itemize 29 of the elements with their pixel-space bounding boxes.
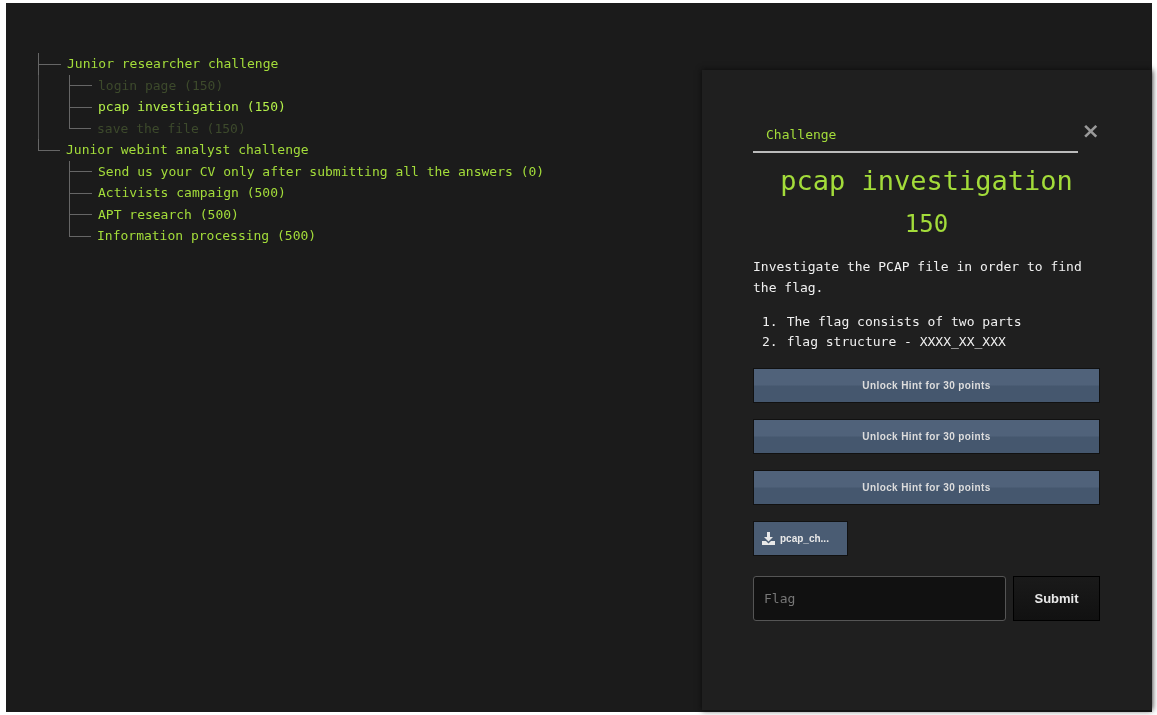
submit-button[interactable]: Submit bbox=[1013, 576, 1100, 621]
category-title: Junior researcher challenge bbox=[67, 55, 279, 73]
tree-connector bbox=[69, 182, 92, 204]
flag-input[interactable]: Flag bbox=[753, 576, 1006, 621]
challenge-item[interactable]: Send us your CV only after submitting all the answers (0) bbox=[98, 160, 545, 182]
modal-header: Challenge bbox=[753, 120, 1078, 153]
list-number: 2. bbox=[762, 334, 778, 349]
close-button[interactable]: × bbox=[1077, 120, 1100, 142]
unlock-hint-button[interactable]: Unlock Hint for 30 points bbox=[753, 470, 1100, 505]
challenge-points: 150 bbox=[903, 210, 950, 238]
list-number: 1. bbox=[762, 314, 778, 329]
list-item: flag structure - XXXX_XX_XXX bbox=[786, 334, 1006, 349]
challenge-item[interactable]: Activists campaign (500) bbox=[98, 182, 286, 204]
category-title: Junior webint analyst challenge bbox=[66, 141, 309, 159]
tree-connector bbox=[69, 160, 92, 182]
challenge-title: pcap investigation bbox=[779, 165, 1074, 196]
unlock-hint-button[interactable]: Unlock Hint for 30 points bbox=[753, 368, 1100, 403]
challenge-item[interactable]: APT research (500) bbox=[98, 203, 239, 225]
challenge-item[interactable]: Information processing (500) bbox=[97, 225, 317, 247]
tree-connector bbox=[69, 96, 92, 118]
file-download-button[interactable]: pcap_ch... bbox=[753, 521, 848, 556]
tree-connector bbox=[69, 203, 92, 225]
download-icon bbox=[762, 532, 775, 545]
challenge-item[interactable]: pcap investigation (150) bbox=[98, 96, 286, 118]
list-item: The flag consists of two parts bbox=[786, 314, 1022, 329]
unlock-hint-button[interactable]: Unlock Hint for 30 points bbox=[753, 419, 1100, 454]
tree-connector bbox=[38, 53, 61, 75]
challenge-description: Investigate the PCAP file in order to find the flag. bbox=[753, 258, 1083, 297]
tree-connector bbox=[69, 74, 92, 96]
